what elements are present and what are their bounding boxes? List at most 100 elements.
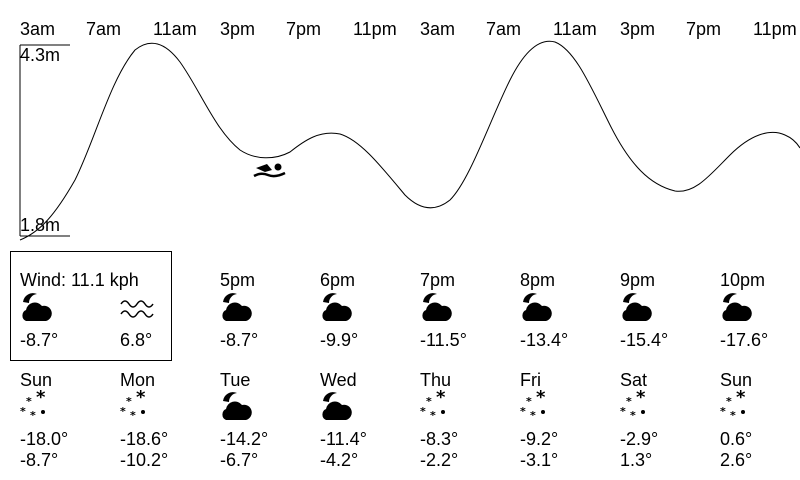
daily-high: -3.1° [520,450,559,470]
tide-hour-label: 3pm [620,19,656,39]
svg-text:*: * [720,405,726,418]
daily-forecast-item: Tue -14.2° -6.7° [220,370,320,470]
svg-text:*: * [630,409,636,420]
daily-high: 1.3° [620,450,653,470]
daily-day: Thu [420,370,452,390]
weather-tide-display: 3am 7am 11am 3pm 7pm 11pm 3am 7am 11am 3pm 7pm 11pm… [0,0,800,480]
svg-text:*: * [520,405,526,418]
hourly-forecast-item: 8pm -13.4° [520,270,620,360]
cloud-moon-icon [20,291,52,328]
daily-forecast-item: Sun * * * * 0.6° 2.6° [720,370,800,470]
daily-low: -11.4° [320,429,367,449]
tide-hour-label: 11pm [353,19,397,39]
daily-low: -9.2° [520,429,559,449]
daily-high: 2.6° [720,450,753,470]
svg-text:*: * [626,395,632,408]
snow-icon: * * * * [20,387,54,425]
daily-low: 0.6° [720,429,753,449]
svg-text:*: * [726,395,732,408]
tide-hour-label: 11am [153,19,197,39]
tide-hour-label: 7pm [686,19,722,39]
tide-hour-label: 11am [553,19,597,39]
hourly-forecast-item: 9pm -15.4° [620,270,720,360]
daily-low: -2.9° [620,429,659,449]
tide-hour-label: 7pm [286,19,322,39]
tide-min-label: 1.8m [20,215,61,235]
svg-text:*: * [620,405,626,418]
daily-day: Fri [520,370,541,390]
hourly-forecast-item: 10pm -17.6° [720,270,800,360]
daily-forecast-item: Wed -11.4° -4.2° [320,370,420,470]
svg-text:*: * [736,390,746,408]
daily-day: Sat [620,370,648,390]
snow-icon: * * * * [620,387,654,425]
daily-low: -8.3° [420,429,459,449]
daily-day: Sun [720,370,753,390]
hourly-time: 6pm [320,270,356,290]
current-temp: -8.7° [20,330,59,350]
hourly-temp: -15.4° [620,330,669,350]
svg-text:*: * [20,405,26,418]
svg-text:*: * [430,409,436,420]
water-waves-icon [120,296,156,323]
tide-hour-label: 3pm [220,19,256,39]
hourly-temp: -8.7° [220,330,259,350]
daily-high: -6.7° [220,450,259,470]
svg-text:*: * [126,395,132,408]
tide-hour-label: 7am [486,19,522,39]
hourly-time: 5pm [220,270,256,290]
hourly-temp: -11.5° [420,330,467,350]
tide-hour-label: 3am [420,19,456,39]
daily-day: Tue [220,370,251,390]
svg-text:*: * [130,409,136,420]
daily-forecast-item: Sat * * * * -2.9° 1.3° [620,370,720,470]
svg-text:*: * [420,405,426,418]
hourly-time: 10pm [720,270,766,290]
daily-low: -14.2° [220,429,269,449]
svg-text:*: * [526,395,532,408]
svg-text:*: * [120,405,126,418]
snow-icon: * * * * [720,387,754,425]
cloud-moon-icon [420,291,452,328]
tide-hour-label: 11pm [753,19,797,39]
svg-text:*: * [730,409,736,420]
hourly-time: 8pm [520,270,556,290]
daily-forecast-item: Mon * * * * -18.6° -10.2° [120,370,220,470]
swimmer-icon [253,163,286,178]
daily-high: -4.2° [320,450,359,470]
hourly-time: 9pm [620,270,656,290]
cloud-moon-icon [620,291,652,328]
tide-hour-label: 3am [20,19,56,39]
tide-hour-label: 7am [86,19,122,39]
cloud-moon-icon [220,390,252,427]
cloud-moon-icon [520,291,552,328]
svg-text:*: * [30,409,36,420]
hourly-temp: -9.9° [320,330,359,350]
snow-icon: * * * * [520,387,554,425]
daily-high: -2.2° [420,450,459,470]
cloud-moon-icon [720,291,752,328]
tide-curve [19,40,800,241]
svg-text:*: * [536,390,546,408]
hourly-temp: -17.6° [720,330,769,350]
daily-forecast-item: Sun * * * * -18.0° -8.7° [20,370,120,470]
tide-max-label: 4.3m [20,45,61,65]
hourly-temp: -13.4° [520,330,569,350]
daily-forecast-item: Thu * * * * -8.3° -2.2° [420,370,520,470]
daily-high: -8.7° [20,450,59,470]
cloud-moon-icon [220,291,252,328]
wind-speed: Wind: 11.1 kph [20,270,139,290]
daily-low: -18.6° [120,429,169,449]
svg-text:*: * [426,395,432,408]
svg-text:*: * [36,390,46,408]
svg-text:*: * [530,409,536,420]
svg-text:*: * [636,390,646,408]
svg-text:*: * [26,395,32,408]
snow-icon: * * * * [120,387,154,425]
cloud-moon-icon [320,390,352,427]
daily-forecast-item: Fri * * * * -9.2° -3.1° [520,370,620,470]
snow-icon: * * * * [420,387,454,425]
daily-low: -18.0° [20,429,69,449]
hourly-forecast-item: 6pm -9.9° [320,270,420,360]
hourly-time: 7pm [420,270,456,290]
